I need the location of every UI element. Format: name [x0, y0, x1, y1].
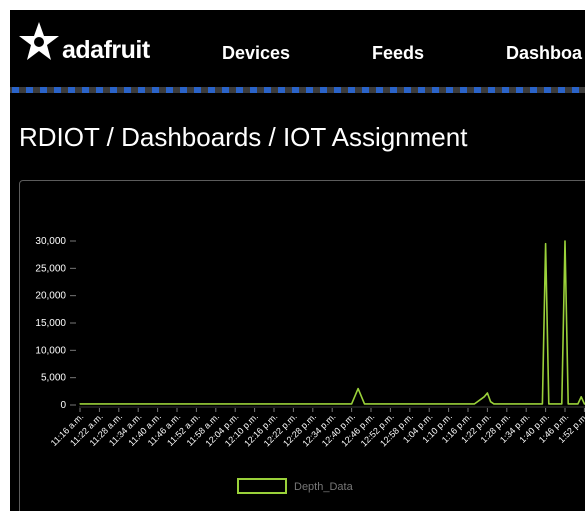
- stripe-dash: [110, 87, 117, 93]
- data-point: [541, 403, 543, 405]
- adafruit-wordmark: adafruit: [62, 35, 150, 64]
- data-point: [580, 396, 582, 398]
- stripe-dash: [26, 87, 33, 93]
- top-navigation-bar: adafruit Devices Feeds Dashboa: [10, 10, 585, 87]
- stripe-dash: [362, 87, 369, 93]
- stripe-dash: [40, 87, 47, 93]
- stripe-dash: [96, 87, 103, 93]
- data-point: [548, 403, 550, 405]
- data-point: [567, 403, 569, 405]
- stripe-dash: [264, 87, 271, 93]
- depth-data-chart: 30,00025,00020,00015,00010,0005,000011:1…: [35, 236, 585, 494]
- stripe-dash: [488, 87, 495, 93]
- y-tick-label: 0: [60, 400, 66, 411]
- nav-dashboards[interactable]: Dashboa: [506, 43, 582, 64]
- stripe-dash: [166, 87, 173, 93]
- stripe-dash: [236, 87, 243, 93]
- data-point: [79, 403, 81, 405]
- stripe-dash: [558, 87, 565, 93]
- stripe-dash: [572, 87, 579, 93]
- stripe-dash: [208, 87, 215, 93]
- stripe-dash: [418, 87, 425, 93]
- data-point: [561, 403, 563, 405]
- data-point: [493, 403, 495, 405]
- app-frame: adafruit Devices Feeds Dashboa RDIOT / D…: [10, 10, 585, 511]
- stripe-dash: [376, 87, 383, 93]
- data-point: [483, 396, 485, 398]
- nav-feeds[interactable]: Feeds: [372, 43, 424, 64]
- data-point: [351, 403, 353, 405]
- stripe-dash: [348, 87, 355, 93]
- stripe-dash: [446, 87, 453, 93]
- stripe-dash: [194, 87, 201, 93]
- stripe-dash: [222, 87, 229, 93]
- stripe-dash: [474, 87, 481, 93]
- stripe-dash: [82, 87, 89, 93]
- data-point: [577, 403, 579, 405]
- data-point: [490, 401, 492, 403]
- stripe-dash: [54, 87, 61, 93]
- data-point: [363, 403, 366, 405]
- series-line-depth-data: [80, 240, 585, 405]
- stripe-dash: [138, 87, 145, 93]
- stripe-dash: [278, 87, 285, 93]
- stripe-dash: [530, 87, 537, 93]
- y-tick-label: 25,000: [35, 263, 66, 274]
- data-point: [473, 403, 476, 405]
- stripe-dash: [68, 87, 75, 93]
- stripe-dash: [292, 87, 299, 93]
- stripe-dash: [334, 87, 341, 93]
- stripe-dash: [124, 87, 131, 93]
- stripe-dash: [306, 87, 313, 93]
- stripe-dash: [12, 87, 19, 93]
- data-point: [357, 388, 359, 390]
- nav-devices[interactable]: Devices: [222, 43, 290, 64]
- stripe-dash: [432, 87, 439, 93]
- stripe-dash: [516, 87, 523, 93]
- stripe-dash: [152, 87, 159, 93]
- breadcrumb: RDIOT / Dashboards / IOT Assignment: [19, 122, 468, 152]
- y-tick-label: 20,000: [35, 291, 66, 302]
- stripe-dash: [320, 87, 327, 93]
- stripe-dash: [250, 87, 257, 93]
- stripe-dash: [460, 87, 467, 93]
- stripe-dash: [180, 87, 187, 93]
- legend-label: Depth_Data: [294, 481, 354, 493]
- nav-accent-stripe: [10, 87, 585, 93]
- y-tick-label: 30,000: [35, 236, 66, 247]
- data-point: [545, 243, 547, 245]
- stripe-dash: [502, 87, 509, 93]
- chart-panel: 30,000 25,000 20,000 15,000 10,000 5,000 0 11:1…: [19, 180, 585, 511]
- data-point: [564, 240, 566, 242]
- legend-swatch: [237, 478, 287, 494]
- y-tick-label: 10,000: [35, 345, 66, 356]
- adafruit-logo-link[interactable]: adafruit: [18, 18, 150, 70]
- y-tick-label: 15,000: [35, 318, 66, 329]
- stripe-dash: [544, 87, 551, 93]
- y-tick-label: 5,000: [41, 373, 66, 384]
- data-point: [486, 392, 488, 394]
- adafruit-star-icon: [18, 21, 60, 68]
- stripe-dash: [404, 87, 411, 93]
- stripe-dash: [390, 87, 397, 93]
